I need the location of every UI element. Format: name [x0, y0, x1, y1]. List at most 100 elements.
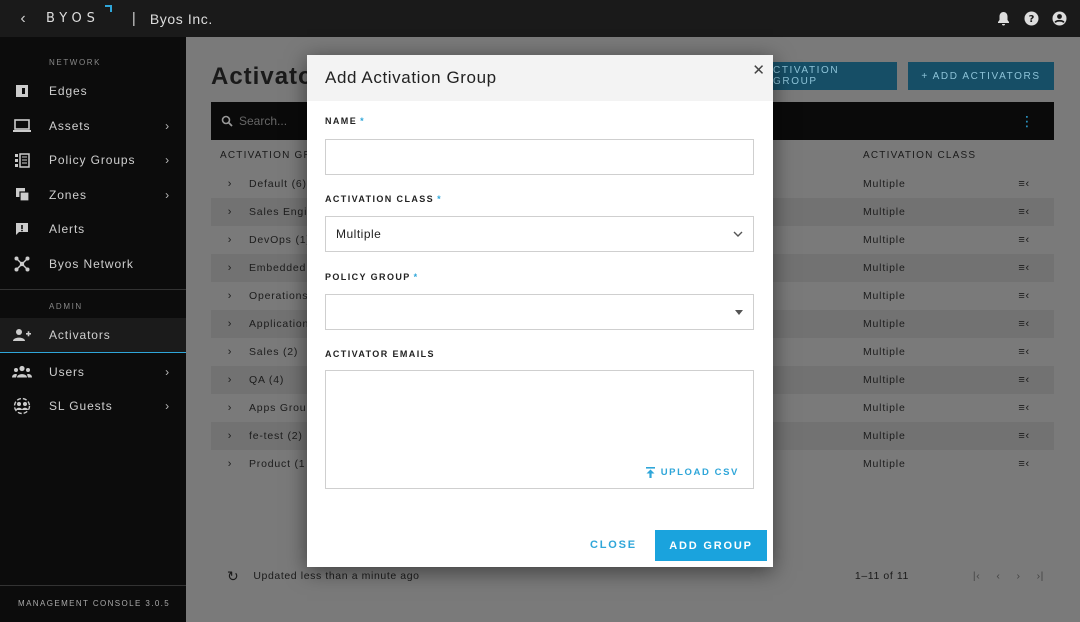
- expand-chevron-icon[interactable]: ›: [211, 374, 249, 386]
- account-icon[interactable]: [1050, 10, 1068, 28]
- expand-chevron-icon[interactable]: ›: [211, 262, 249, 274]
- policy-group-select[interactable]: [325, 294, 754, 330]
- sidebar-item-label: Users: [49, 364, 85, 379]
- add-activation-group-dialog: Add Activation Group ✕ NAME * ACTIVATION …: [307, 55, 773, 567]
- chevron-right-icon: ›: [165, 187, 170, 202]
- svg-text:?: ?: [1028, 14, 1034, 25]
- sidebar-item-sl-guests[interactable]: SL Guests ›: [0, 389, 186, 424]
- required-mark: *: [413, 272, 419, 282]
- sidebar: NETWORK Edges Assets › Policy Groups › Z…: [0, 37, 186, 622]
- activation-class-select[interactable]: Multiple: [325, 216, 754, 252]
- expand-chevron-icon[interactable]: ›: [211, 402, 249, 414]
- first-page-icon[interactable]: |‹: [973, 570, 980, 582]
- add-group-button[interactable]: ADD GROUP: [655, 530, 767, 561]
- sidebar-item-activators[interactable]: Activators: [0, 318, 186, 353]
- expand-chevron-icon[interactable]: ›: [211, 290, 249, 302]
- row-activation-class: Multiple: [863, 318, 906, 330]
- sidebar-item-label: Alerts: [49, 222, 86, 237]
- row-menu-icon[interactable]: ≡‹: [1018, 318, 1030, 330]
- row-group-name: Sales Engi: [249, 206, 308, 218]
- help-icon[interactable]: ?: [1022, 10, 1040, 28]
- sidebar-item-users[interactable]: Users ›: [0, 355, 186, 390]
- updated-status: Updated less than a minute ago: [253, 570, 420, 582]
- sidebar-item-label: Edges: [49, 84, 88, 99]
- activator-emails-label: ACTIVATOR EMAILS: [325, 349, 435, 359]
- row-group-name: Product (1: [249, 458, 306, 470]
- brand-mark-icon: [104, 5, 112, 12]
- row-activation-class: Multiple: [863, 178, 906, 190]
- table-footer: ↻ Updated less than a minute ago 1–11 of…: [211, 564, 1054, 588]
- sidebar-item-assets[interactable]: Assets ›: [0, 109, 186, 144]
- sidebar-item-byos-network[interactable]: Byos Network: [0, 247, 186, 282]
- console-version: MANAGEMENT CONSOLE 3.0.5: [18, 599, 171, 608]
- sidebar-item-label: SL Guests: [49, 399, 113, 414]
- expand-chevron-icon[interactable]: ›: [211, 346, 249, 358]
- next-page-icon[interactable]: ›: [1016, 570, 1020, 582]
- expand-chevron-icon[interactable]: ›: [211, 206, 249, 218]
- prev-page-icon[interactable]: ‹: [996, 570, 1000, 582]
- row-activation-class: Multiple: [863, 262, 906, 274]
- sidebar-divider: [0, 289, 186, 290]
- search-input[interactable]: Search...: [239, 114, 287, 128]
- row-menu-icon[interactable]: ≡‹: [1018, 402, 1030, 414]
- expand-chevron-icon[interactable]: ›: [211, 458, 249, 470]
- row-group-name: QA (4): [249, 374, 285, 386]
- row-activation-class: Multiple: [863, 206, 906, 218]
- row-menu-icon[interactable]: ≡‹: [1018, 458, 1030, 470]
- edges-icon: [12, 81, 32, 101]
- sidebar-item-label: Byos Network: [49, 256, 134, 271]
- sidebar-item-alerts[interactable]: Alerts: [0, 212, 186, 247]
- col-activation-class[interactable]: ACTIVATION CLASS: [863, 150, 976, 161]
- close-button[interactable]: CLOSE: [590, 539, 637, 551]
- sidebar-section-admin: ADMIN: [49, 301, 83, 311]
- row-menu-icon[interactable]: ≡‹: [1018, 206, 1030, 218]
- expand-chevron-icon[interactable]: ›: [211, 318, 249, 330]
- caret-down-icon: [735, 307, 743, 318]
- activation-class-label-text: ACTIVATION CLASS: [325, 194, 435, 204]
- pagination-controls: |‹ ‹ › ›|: [973, 570, 1044, 582]
- expand-chevron-icon[interactable]: ›: [211, 430, 249, 442]
- required-mark: *: [437, 194, 442, 204]
- row-menu-icon[interactable]: ≡‹: [1018, 430, 1030, 442]
- org-name: Byos Inc.: [149, 10, 213, 27]
- name-input[interactable]: [325, 139, 754, 175]
- sidebar-item-label: Zones: [49, 187, 87, 202]
- refresh-icon[interactable]: ↻: [227, 568, 239, 585]
- close-icon[interactable]: ✕: [752, 61, 765, 79]
- required-mark: *: [360, 116, 366, 126]
- sidebar-item-zones[interactable]: Zones ›: [0, 178, 186, 213]
- back-chevron-icon[interactable]: ‹: [0, 10, 46, 28]
- row-activation-class: Multiple: [863, 458, 906, 470]
- add-activators-button[interactable]: + ADD ACTIVATORS: [908, 62, 1054, 90]
- policy-list-icon: [12, 150, 32, 170]
- upload-icon: [645, 467, 655, 478]
- row-menu-icon[interactable]: ≡‹: [1018, 346, 1030, 358]
- network-icon: [12, 254, 32, 274]
- sidebar-section-network: NETWORK: [49, 57, 102, 67]
- upload-csv-button[interactable]: UPLOAD CSV: [645, 467, 739, 478]
- col-activation-group[interactable]: ACTIVATION GR: [220, 150, 312, 161]
- sidebar-item-edges[interactable]: Edges: [0, 74, 186, 109]
- activation-class-value: Multiple: [336, 227, 382, 241]
- last-page-icon[interactable]: ›|: [1037, 570, 1044, 582]
- expand-chevron-icon[interactable]: ›: [211, 178, 249, 190]
- search-icon: [221, 115, 233, 127]
- brand-logo: BYOS: [46, 5, 112, 26]
- chevron-right-icon: ›: [165, 399, 170, 414]
- row-menu-icon[interactable]: ≡‹: [1018, 234, 1030, 246]
- row-menu-icon[interactable]: ≡‹: [1018, 290, 1030, 302]
- row-activation-class: Multiple: [863, 346, 906, 358]
- row-group-name: fe-test (2): [249, 430, 303, 442]
- bell-icon[interactable]: [994, 10, 1012, 28]
- sidebar-item-policy-groups[interactable]: Policy Groups ›: [0, 143, 186, 178]
- row-menu-icon[interactable]: ≡‹: [1018, 178, 1030, 190]
- row-group-name: Operations: [249, 290, 309, 302]
- more-vert-icon[interactable]: ⋮: [1020, 113, 1034, 130]
- add-activation-group-button[interactable]: CTIVATION GROUP: [761, 62, 897, 90]
- policy-group-label-text: POLICY GROUP: [325, 272, 411, 282]
- row-menu-icon[interactable]: ≡‹: [1018, 262, 1030, 274]
- expand-chevron-icon[interactable]: ›: [211, 234, 249, 246]
- alert-icon: [12, 219, 32, 239]
- row-menu-icon[interactable]: ≡‹: [1018, 374, 1030, 386]
- activator-emails-textarea[interactable]: UPLOAD CSV: [325, 370, 754, 489]
